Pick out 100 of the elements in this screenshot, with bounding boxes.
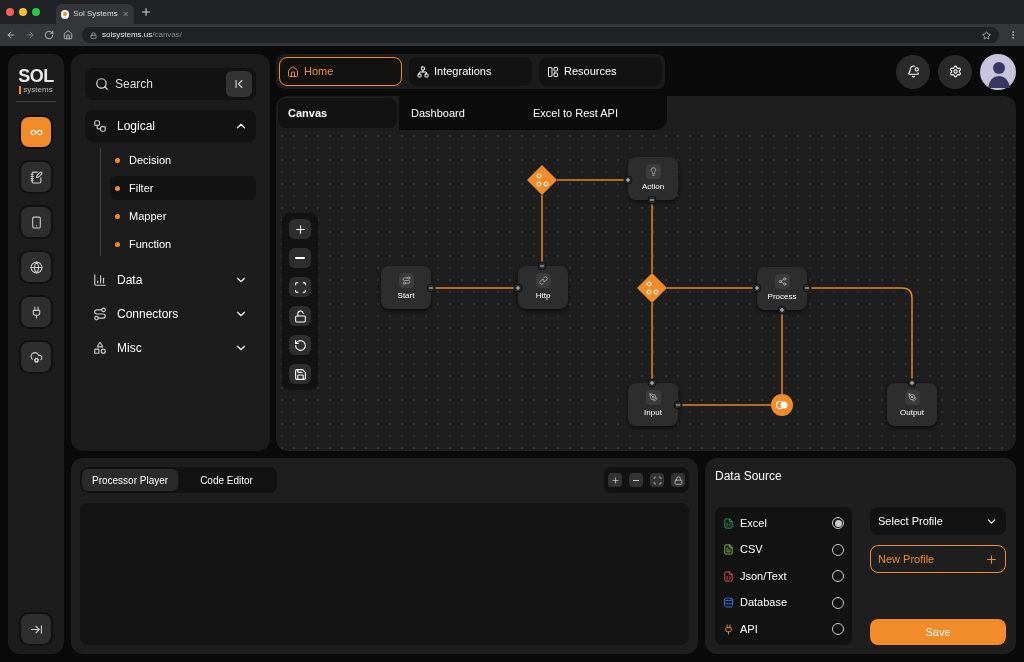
close-icon[interactable] <box>121 10 129 18</box>
back-icon[interactable] <box>6 30 16 40</box>
flow-node[interactable]: Output <box>887 383 937 426</box>
canvas-tab[interactable]: Dashboard <box>411 99 525 127</box>
flow-node[interactable]: Http <box>518 266 568 309</box>
notifications-button[interactable] <box>896 54 930 89</box>
minus-icon <box>633 479 639 481</box>
sidebar-item[interactable]: Mapper <box>110 204 256 228</box>
database-icon <box>723 597 734 608</box>
reload-icon[interactable] <box>44 30 54 40</box>
search-input[interactable]: Search <box>115 75 220 93</box>
expand-icon <box>29 622 43 636</box>
node-label: Start <box>397 292 415 300</box>
bell-icon <box>906 65 920 78</box>
address-bar[interactable]: solsystems.us/canvas/ <box>82 27 999 43</box>
sidebar-item[interactable]: Filter <box>110 176 256 200</box>
logo-tagline: systems <box>19 86 53 94</box>
source-option[interactable]: Database <box>723 590 844 615</box>
bullet-icon <box>115 185 120 191</box>
profile-dropdown[interactable]: Select Profile <box>870 507 1006 535</box>
workflow-icon <box>93 119 107 133</box>
sidebar-item[interactable]: Decision <box>110 148 256 172</box>
globe-icon <box>29 260 43 274</box>
nav-tab[interactable]: Integrations <box>409 57 532 86</box>
decision-node[interactable] <box>527 165 557 195</box>
plus-icon <box>610 475 620 485</box>
source-option[interactable]: Excel <box>723 511 844 535</box>
bar-chart-icon <box>93 273 107 287</box>
home-icon <box>287 65 299 78</box>
panel-title: Data Source <box>715 468 783 485</box>
search-field[interactable]: Search <box>85 68 256 100</box>
collapse-sidebar-button[interactable] <box>226 71 252 97</box>
collapse-icon <box>232 77 246 91</box>
spreadsheet-icon <box>723 517 734 529</box>
shapes-icon <box>93 341 107 355</box>
plug-icon <box>723 623 734 635</box>
sidebar-item[interactable]: Function <box>110 232 256 256</box>
nav-tab[interactable]: Home <box>279 57 402 86</box>
url-text: solsystems.us/canvas/ <box>102 29 183 41</box>
replay-button[interactable] <box>289 335 311 355</box>
save-icon-button[interactable] <box>289 364 311 384</box>
avatar[interactable] <box>980 53 1016 90</box>
lightbulb-icon <box>648 167 658 176</box>
rail-button[interactable] <box>21 162 51 192</box>
route-icon <box>401 276 411 285</box>
forward-icon[interactable] <box>25 30 35 40</box>
canvas-tab[interactable]: Excel to Rest API <box>533 99 647 127</box>
browser-tab[interactable]: Sol Systems <box>56 4 134 24</box>
file-icon <box>723 570 734 582</box>
panel-tab[interactable]: Code Editor <box>178 469 275 491</box>
new-tab-icon[interactable] <box>140 6 152 18</box>
home-icon[interactable] <box>63 30 73 40</box>
zoom-in-button[interactable] <box>608 473 622 487</box>
rail-button[interactable] <box>21 252 51 282</box>
route-icon <box>93 307 107 321</box>
link-icon <box>538 276 548 285</box>
category-header[interactable]: Logical <box>85 110 256 142</box>
source-option[interactable]: CSV <box>723 537 844 562</box>
network-icon <box>417 65 429 78</box>
zoom-out-button[interactable] <box>629 473 643 487</box>
padlock-icon <box>673 475 683 485</box>
expand-button[interactable] <box>21 614 51 644</box>
pen-icon <box>648 393 658 402</box>
flow-node[interactable]: Process <box>757 267 807 310</box>
pen-icon <box>907 393 917 402</box>
zoom-in-button[interactable] <box>289 219 311 239</box>
replay-icon <box>293 338 307 352</box>
flow-node[interactable]: Action <box>628 157 678 200</box>
bookmark-icon[interactable] <box>982 30 991 40</box>
category-header[interactable]: Misc <box>85 332 256 364</box>
lock-button[interactable] <box>671 473 685 487</box>
settings-button[interactable] <box>938 54 972 89</box>
source-option[interactable]: API <box>723 617 844 641</box>
flow-node[interactable]: Input <box>628 383 678 426</box>
decision-node[interactable] <box>637 273 667 303</box>
category-header[interactable]: Connectors <box>85 298 256 330</box>
new-profile-button[interactable]: New Profile <box>870 545 1006 573</box>
bullet-icon <box>115 213 120 219</box>
fit-view-button[interactable] <box>289 277 311 297</box>
rail-button[interactable] <box>21 207 51 237</box>
rail-button[interactable] <box>21 117 51 147</box>
tab-title: Sol Systems <box>73 8 118 20</box>
lock-button[interactable] <box>289 306 311 326</box>
panel-tab[interactable]: Processor Player <box>82 469 179 491</box>
flow-node[interactable]: Start <box>381 266 431 309</box>
source-option[interactable]: Json/Text <box>723 564 844 588</box>
rail-button[interactable] <box>21 297 51 327</box>
nav-tab[interactable]: Resources <box>539 57 662 86</box>
file-icon <box>723 544 734 555</box>
canvas-tab[interactable]: Canvas <box>278 98 397 128</box>
padlock-icon <box>293 309 307 323</box>
category-header[interactable]: Data <box>85 264 256 296</box>
logo-text: SOL <box>18 67 54 85</box>
plus-icon <box>293 222 307 236</box>
zoom-out-button[interactable] <box>289 248 311 268</box>
node-label: Action <box>641 183 665 191</box>
fullscreen-icon <box>293 280 307 294</box>
merge-node[interactable] <box>771 394 793 416</box>
rail-button[interactable] <box>21 342 51 372</box>
notebook-icon <box>29 170 43 184</box>
